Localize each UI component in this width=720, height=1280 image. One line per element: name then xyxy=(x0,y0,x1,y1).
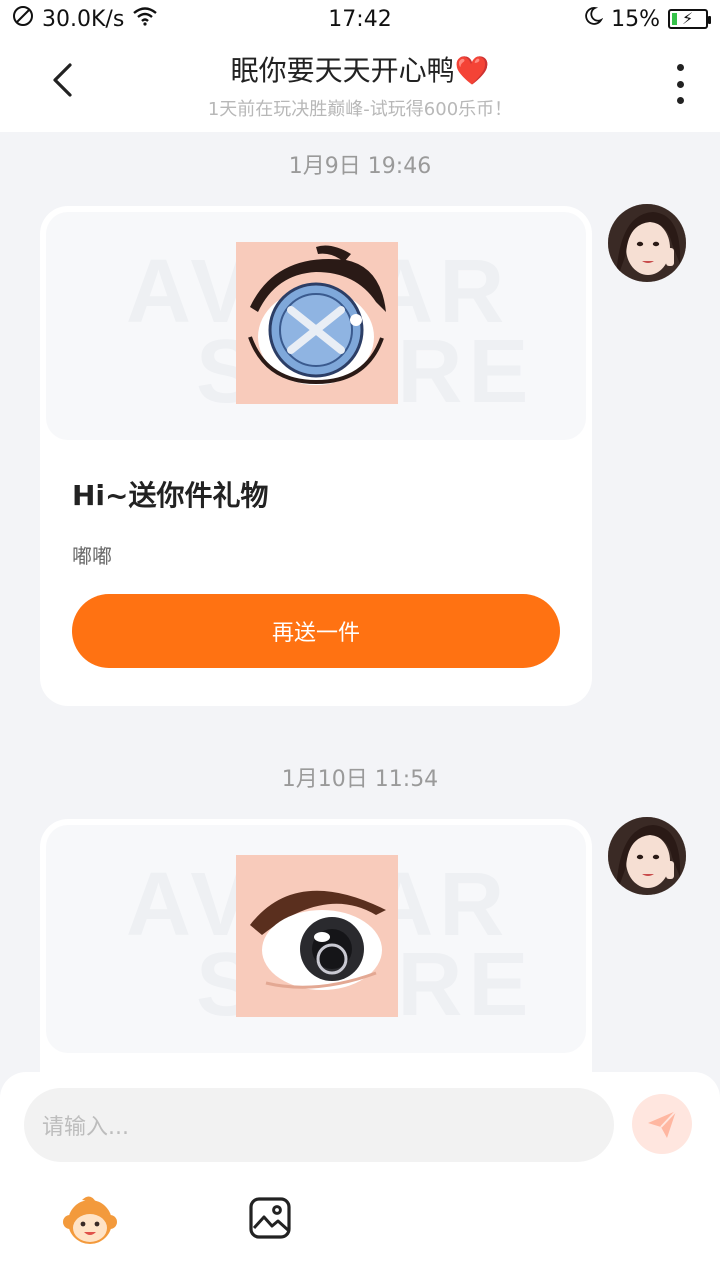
gift-image-frame: AVATAR STORE xyxy=(46,825,586,1053)
message-timestamp: 1月10日 11:54 xyxy=(281,767,439,792)
image-button[interactable] xyxy=(248,1196,292,1240)
gift-card-title: Hi~送你件礼物 xyxy=(72,479,269,512)
gift-eye-button-image[interactable] xyxy=(236,242,398,404)
image-icon xyxy=(249,1197,291,1239)
gift-card: AVATAR STORE xyxy=(40,819,592,1080)
status-bar: 30.0K/s 17:42 15% ⚡ xyxy=(0,0,720,38)
gift-eye-image[interactable] xyxy=(236,855,398,1017)
input-panel: 请输入... xyxy=(0,1072,720,1280)
page-subtitle: 1天前在玩决胜巅峰-试玩得600乐币！ xyxy=(207,99,513,120)
status-time: 17:42 xyxy=(328,6,392,32)
emoji-button[interactable] xyxy=(62,1192,118,1248)
chat-header: 眠你要天天开心鸭❤️ 1天前在玩决胜巅峰-试玩得600乐币！ xyxy=(0,38,720,132)
avatar[interactable] xyxy=(608,817,686,895)
send-again-button[interactable]: 再送一件 xyxy=(72,594,560,668)
chevron-left-icon xyxy=(53,63,72,97)
send-button[interactable] xyxy=(632,1094,692,1154)
message-input[interactable]: 请输入... xyxy=(24,1088,614,1162)
gift-image-frame: AVATAR STORE xyxy=(46,212,586,440)
more-dot-icon xyxy=(676,64,684,71)
monkey-emoji-icon xyxy=(63,1196,117,1244)
more-dot-icon xyxy=(676,97,684,104)
header-title-block: 眠你要天天开心鸭❤️ 1天前在玩决胜巅峰-试玩得600乐币！ xyxy=(208,49,512,121)
more-dot-icon xyxy=(676,80,684,88)
back-button[interactable] xyxy=(40,58,84,102)
message-timestamp: 1月9日 19:46 xyxy=(288,154,432,179)
chat-area[interactable]: 1月9日 19:46 AVATAR STORE Hi~送你件礼物 嘟嘟 xyxy=(0,132,720,1080)
more-options-button[interactable] xyxy=(668,64,692,104)
paper-plane-icon xyxy=(648,1110,677,1138)
gift-card-subtitle: 嘟嘟 xyxy=(72,544,112,568)
charging-bolt-icon: ⚡ xyxy=(682,9,694,28)
battery-fill xyxy=(672,13,677,25)
battery-icon: ⚡ xyxy=(668,9,711,29)
page-title: 眠你要天天开心鸭❤️ xyxy=(230,54,490,87)
gift-card: AVATAR STORE Hi~送你件礼物 嘟嘟 再送一件 xyxy=(40,206,592,706)
avatar[interactable] xyxy=(608,204,686,282)
